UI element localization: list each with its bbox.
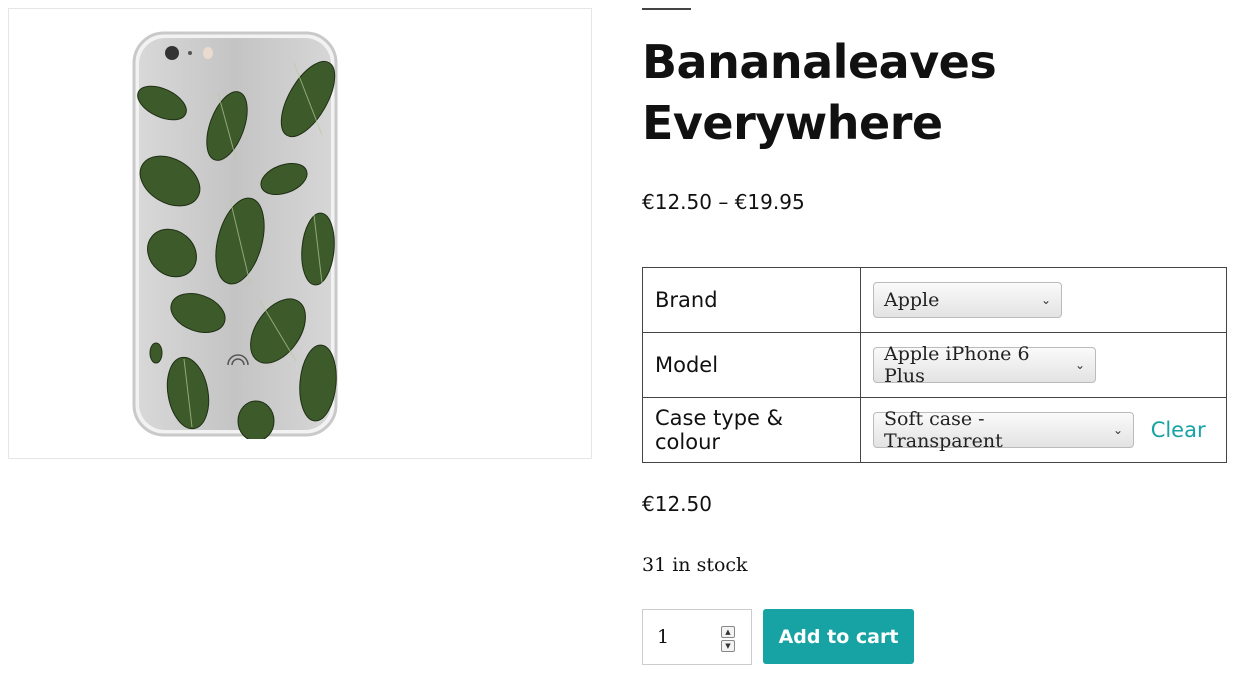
variation-value-cell: Apple iPhone 6 Plus ⌄ — [860, 332, 1227, 398]
price-range: €12.50 – €19.95 — [642, 190, 805, 214]
brand-select[interactable]: Apple ⌄ — [873, 282, 1062, 318]
product-title: Bananaleaves Everywhere — [642, 35, 997, 150]
quantity-spinner[interactable]: ▲ ▼ — [721, 626, 735, 652]
variant-price: €12.50 — [642, 492, 712, 516]
quantity-value: 1 — [657, 626, 670, 648]
variation-label: Model — [642, 332, 861, 398]
chevron-down-icon: ⌄ — [1040, 293, 1051, 307]
variation-label: Case type & colour — [642, 397, 861, 463]
phone-case-image — [132, 31, 338, 439]
model-select-value: Apple iPhone 6 Plus — [884, 343, 1030, 387]
case-type-select-value: Soft case - Transparent — [884, 408, 1003, 452]
chevron-down-icon: ⌄ — [1074, 358, 1085, 372]
chevron-down-icon: ⌄ — [1112, 423, 1123, 437]
case-type-select[interactable]: Soft case - Transparent ⌄ — [873, 408, 1134, 452]
variation-row-model: Model Apple iPhone 6 Plus ⌄ — [642, 332, 1227, 398]
variation-row-case: Case type & colour Soft case - Transpare… — [642, 397, 1227, 463]
increment-icon[interactable]: ▲ — [721, 626, 735, 638]
variations-table: Brand Apple ⌄ Model Apple iPhone 6 Plus … — [642, 267, 1227, 463]
variation-value-cell: Soft case - Transparent ⌄ Clear — [860, 397, 1227, 463]
variation-label: Brand — [642, 267, 861, 333]
brand-select-value: Apple — [884, 289, 940, 311]
clear-variations-link[interactable]: Clear — [1151, 418, 1206, 442]
decrement-icon[interactable]: ▼ — [721, 640, 735, 652]
add-to-cart-button[interactable]: Add to cart — [763, 609, 914, 664]
product-image-frame[interactable] — [8, 8, 592, 459]
quantity-stepper[interactable]: 1 ▲ ▼ — [642, 609, 752, 665]
variation-value-cell: Apple ⌄ — [860, 267, 1227, 333]
title-divider — [642, 8, 691, 10]
stock-status: 31 in stock — [642, 554, 748, 576]
variation-row-brand: Brand Apple ⌄ — [642, 267, 1227, 333]
model-select[interactable]: Apple iPhone 6 Plus ⌄ — [873, 343, 1096, 387]
